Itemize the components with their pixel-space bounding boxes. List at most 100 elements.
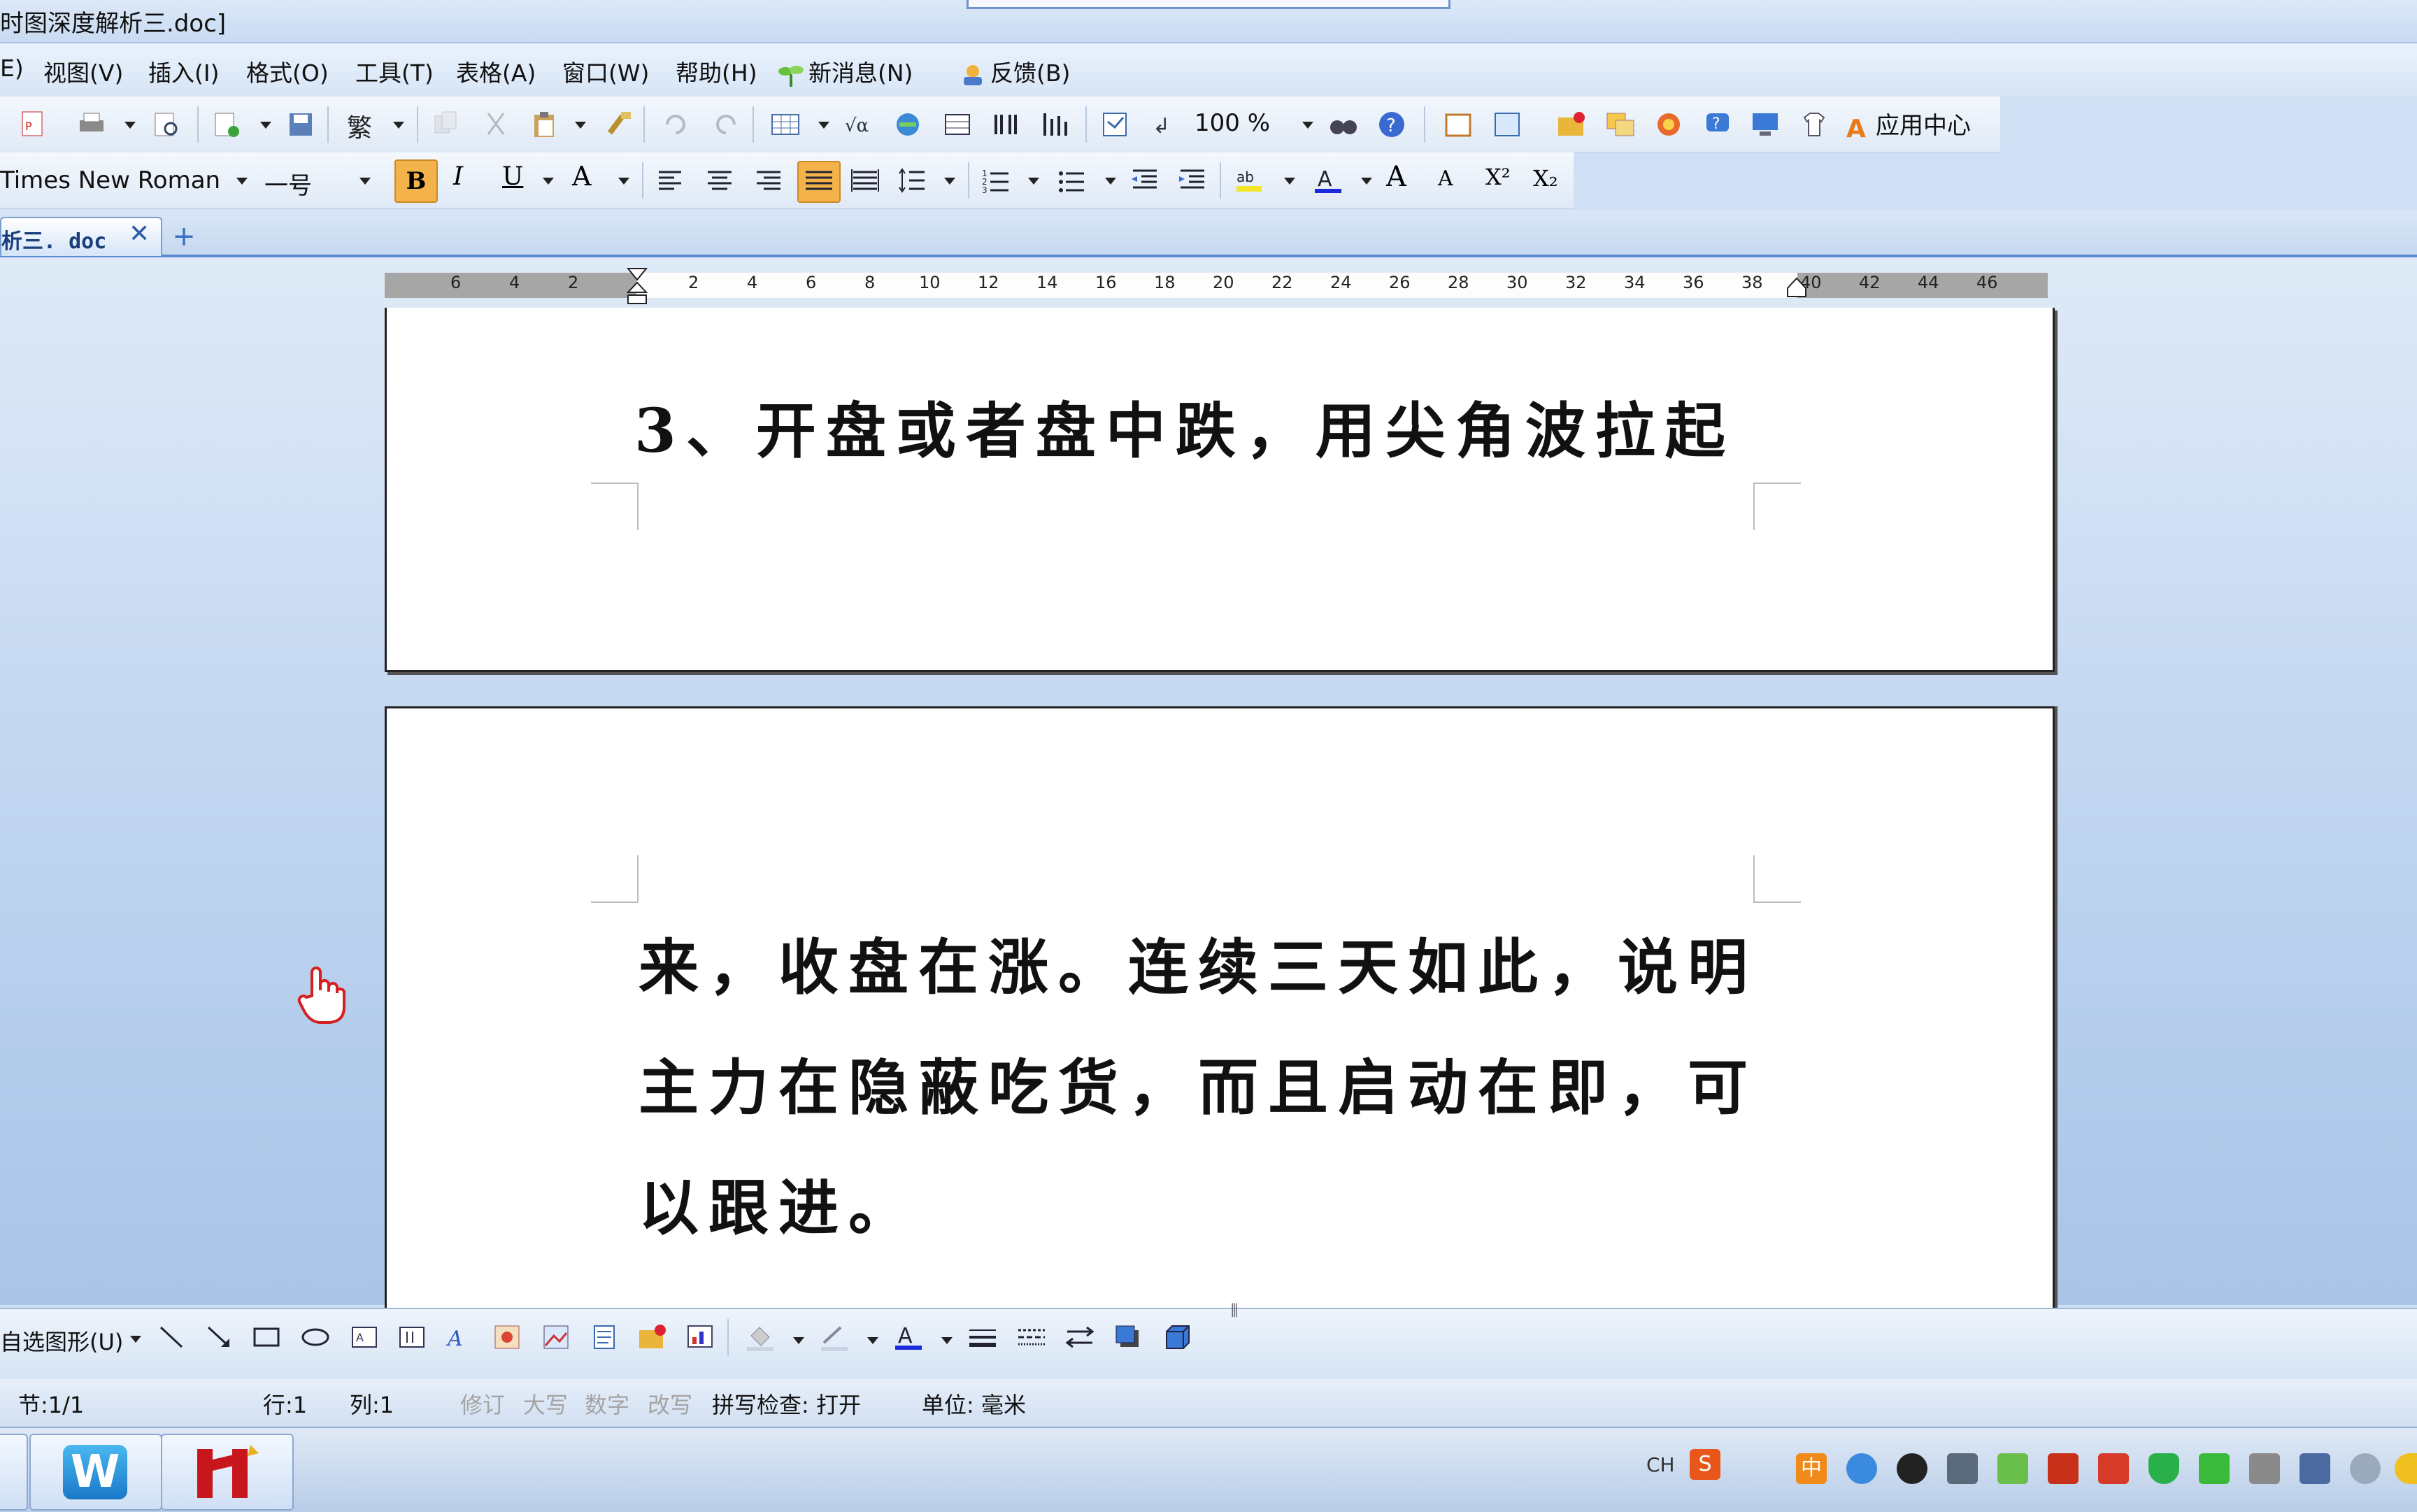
numbering-dropdown-icon[interactable] — [1028, 178, 1039, 185]
traditional-chinese-button[interactable]: 繁 — [347, 108, 372, 144]
copy-icon[interactable] — [431, 109, 463, 140]
textbox-tool-icon[interactable]: A — [348, 1322, 380, 1353]
print-preview-icon[interactable] — [151, 109, 183, 140]
autoshapes-dropdown-icon[interactable] — [130, 1336, 141, 1343]
indent-marker[interactable] — [626, 267, 648, 306]
insert-chart-icon[interactable] — [685, 1322, 718, 1353]
display-tray-icon[interactable] — [1947, 1453, 1978, 1484]
draw-font-color-dropdown-icon[interactable] — [941, 1337, 953, 1344]
justify-icon[interactable] — [797, 161, 841, 203]
wordart-tool-icon[interactable]: A — [443, 1322, 476, 1353]
save-icon[interactable] — [285, 109, 318, 140]
font-color-icon[interactable]: A — [1312, 165, 1344, 196]
layout-icon[interactable] — [1442, 109, 1474, 140]
font-name-dropdown-icon[interactable] — [236, 178, 248, 185]
clipart-tool-icon[interactable] — [540, 1322, 572, 1353]
network-tray-icon[interactable] — [2300, 1453, 2330, 1484]
ime-chinese-icon[interactable]: 中 — [1796, 1453, 1827, 1484]
usb-tray-icon[interactable] — [2249, 1453, 2280, 1484]
line-spacing-dropdown-icon[interactable] — [944, 178, 955, 185]
find-icon[interactable] — [1327, 109, 1360, 140]
align-right-icon[interactable] — [753, 165, 785, 196]
menu-format[interactable]: 格式(O) — [246, 55, 329, 88]
right-indent-marker[interactable] — [1786, 277, 1807, 298]
arrow-style-icon[interactable] — [1064, 1322, 1097, 1353]
numbering-icon[interactable]: 123 — [981, 165, 1013, 196]
export-pdf-icon[interactable]: P — [17, 109, 49, 140]
skin-shirt-icon[interactable] — [1799, 109, 1831, 140]
multi-window-icon[interactable] — [1604, 109, 1637, 140]
autoshapes-menu[interactable]: 自选图形(U) — [0, 1325, 123, 1357]
align-center-icon[interactable] — [704, 165, 736, 196]
fill-color-dropdown-icon[interactable] — [793, 1337, 804, 1344]
online-help-icon[interactable]: ? — [1702, 109, 1734, 140]
hyperlink-icon[interactable] — [892, 109, 925, 140]
insert-table-icon[interactable] — [769, 109, 801, 140]
reading-view-icon[interactable] — [1491, 109, 1523, 140]
align-left-icon[interactable] — [655, 165, 687, 196]
underline-button[interactable]: U — [502, 162, 523, 191]
ime-language-indicator[interactable]: CH — [1646, 1453, 1675, 1476]
security-shield-icon[interactable] — [2148, 1453, 2179, 1484]
zoom-dropdown-icon[interactable] — [1302, 122, 1313, 129]
draw-font-color-icon[interactable]: A — [892, 1322, 925, 1353]
format-painter-icon[interactable] — [603, 109, 635, 140]
char-border-dropdown-icon[interactable] — [618, 178, 629, 185]
font-color-dropdown-icon[interactable] — [1361, 178, 1372, 185]
document-page[interactable]: 来，收盘在涨。连续三天如此，说明 主力在隐蔽吃货，而且启动在即，可 以跟进。 — [385, 706, 2055, 1310]
underline-dropdown-icon[interactable] — [543, 178, 554, 185]
tray-overflow-icon[interactable] — [2395, 1453, 2417, 1484]
vertical-textbox-tool-icon[interactable] — [396, 1322, 428, 1353]
print-dropdown-icon[interactable] — [124, 122, 136, 129]
menu-insert[interactable]: 插入(I) — [148, 55, 219, 88]
check-tray-icon[interactable] — [1997, 1453, 2028, 1484]
menu-help[interactable]: 帮助(H) — [676, 55, 757, 88]
document-page[interactable]: 3、开盘或者盘中跌，用尖角波拉起 — [385, 308, 2055, 672]
taskbar-start-area[interactable] — [0, 1434, 28, 1511]
italic-button[interactable]: I — [453, 162, 463, 191]
status-spellcheck[interactable]: 拼写检查: 打开 — [712, 1388, 861, 1420]
player-tray-icon[interactable] — [1846, 1453, 1877, 1484]
rectangle-tool-icon[interactable] — [250, 1322, 283, 1353]
traditional-dropdown-icon[interactable] — [393, 122, 404, 129]
folder-share-icon[interactable] — [1555, 109, 1588, 140]
volume-tray-icon[interactable] — [2350, 1453, 2381, 1484]
superscript-button[interactable]: X² — [1485, 164, 1511, 190]
line-style-icon[interactable] — [967, 1322, 999, 1353]
title-search-field[interactable] — [967, 0, 1450, 9]
online-template-icon[interactable] — [1653, 109, 1685, 140]
paste-icon[interactable] — [529, 109, 561, 140]
tab-document[interactable]: 析三. doc ✕ — [0, 217, 162, 256]
line-color-dropdown-icon[interactable] — [867, 1337, 878, 1344]
menu-window[interactable]: 窗口(W) — [562, 55, 649, 88]
increase-indent-icon[interactable] — [1176, 165, 1208, 196]
ellipse-tool-icon[interactable] — [299, 1322, 331, 1353]
font-size-dropdown-icon[interactable] — [359, 178, 371, 185]
new-dropdown-icon[interactable] — [260, 122, 271, 129]
diagram-tool-icon[interactable] — [491, 1322, 523, 1353]
drawing-toggle-icon[interactable] — [1039, 109, 1071, 140]
tab-close-icon[interactable]: ✕ — [129, 220, 150, 248]
status-caps[interactable]: 大写 — [523, 1388, 568, 1420]
font-name-select[interactable]: Times New Roman — [0, 162, 252, 201]
flag-tray-icon[interactable] — [2098, 1453, 2129, 1484]
ime-sogou-icon[interactable]: S — [1690, 1449, 1720, 1480]
insert-picture-icon[interactable] — [636, 1322, 669, 1353]
print-icon[interactable] — [76, 109, 108, 140]
bold-button[interactable]: B — [394, 159, 438, 203]
line-color-icon[interactable] — [818, 1322, 850, 1353]
grow-font-button[interactable]: A — [1386, 161, 1406, 193]
3d-style-icon[interactable] — [1161, 1322, 1193, 1353]
paste-dropdown-icon[interactable] — [575, 122, 586, 129]
qq-tray-icon[interactable] — [1897, 1453, 1927, 1484]
undo-icon[interactable] — [660, 109, 692, 140]
bullets-icon[interactable] — [1056, 165, 1088, 196]
table-grid-icon[interactable] — [941, 109, 974, 140]
show-hide-marks-icon[interactable]: ↲ — [1147, 109, 1179, 140]
highlight-icon[interactable]: ab — [1234, 165, 1266, 196]
zoom-level[interactable]: 100 % — [1195, 109, 1270, 137]
redo-icon[interactable] — [709, 109, 741, 140]
taskbar-stock-app[interactable] — [161, 1434, 294, 1511]
formula-icon[interactable]: √α — [843, 109, 876, 140]
new-document-icon[interactable] — [211, 109, 243, 140]
